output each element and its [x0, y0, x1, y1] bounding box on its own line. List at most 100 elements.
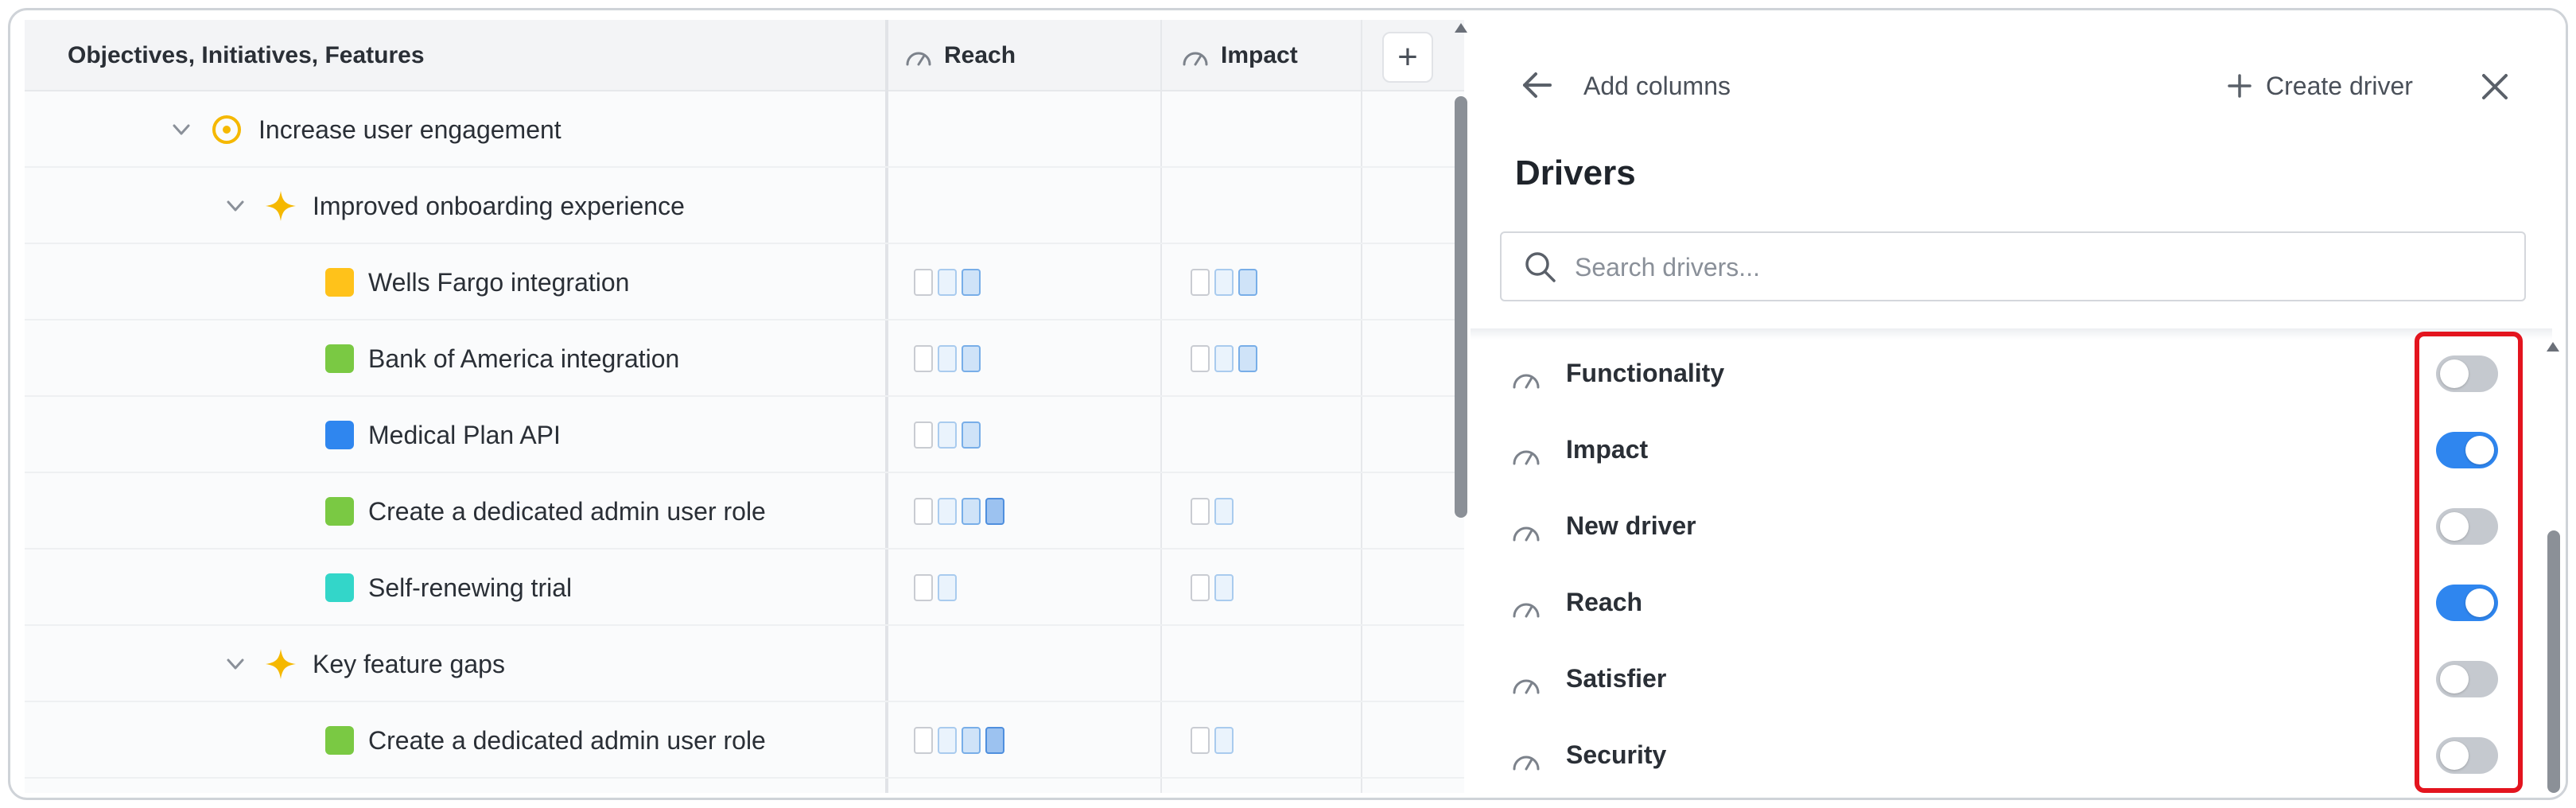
reach-score-indicator[interactable]	[914, 344, 981, 373]
table-row[interactable]: Wells Fargo integration	[25, 244, 1464, 320]
row-label[interactable]: Bank of America integration	[368, 344, 679, 374]
score-segment	[962, 727, 981, 754]
score-segment	[1191, 269, 1210, 296]
toggle-knob	[2465, 589, 2494, 617]
close-icon[interactable]	[2477, 69, 2512, 104]
score-segment	[1191, 498, 1210, 525]
row-label[interactable]: Create a dedicated admin user role	[368, 726, 766, 756]
driver-row: New driver	[1471, 488, 2528, 564]
impact-score-indicator[interactable]	[1191, 344, 1257, 373]
row-label[interactable]: Wells Fargo integration	[368, 268, 629, 297]
table-row[interactable]: Key feature gaps	[25, 626, 1464, 702]
reach-score-indicator[interactable]	[914, 497, 1004, 526]
score-segment	[1238, 269, 1257, 296]
column-header-reach[interactable]: Reach	[904, 20, 1016, 91]
feature-color-icon	[325, 726, 354, 755]
feature-color-icon	[325, 573, 354, 602]
scroll-up-arrow-icon[interactable]	[1451, 20, 1471, 36]
column-label: Reach	[944, 42, 1016, 68]
driver-toggle[interactable]	[2436, 585, 2498, 621]
roadmap-table: Objectives, Initiatives, Features Reach …	[25, 20, 1464, 793]
row-label[interactable]: Create a dedicated admin user role	[368, 497, 766, 526]
impact-score-indicator[interactable]	[1191, 497, 1234, 526]
row-label-group: Increase user engagement	[168, 91, 561, 168]
search-drivers-input[interactable]	[1575, 241, 2489, 293]
search-icon	[1525, 252, 1556, 282]
impact-score-indicator[interactable]	[1191, 268, 1257, 297]
reach-score-indicator[interactable]	[914, 268, 981, 297]
score-segment	[985, 498, 1004, 525]
driver-toggle[interactable]	[2436, 508, 2498, 545]
row-label[interactable]: Improved onboarding experience	[313, 192, 685, 221]
impact-score-indicator[interactable]	[1191, 726, 1234, 755]
column-label: Impact	[1221, 42, 1298, 68]
create-driver-button[interactable]: Create driver	[2226, 58, 2413, 114]
table-row[interactable]: Medical Plan API	[25, 397, 1464, 473]
row-label[interactable]: Key feature gaps	[313, 650, 505, 679]
driver-toggle[interactable]	[2436, 737, 2498, 774]
score-segment	[1191, 345, 1210, 372]
sparkle-icon	[266, 649, 296, 679]
driver-toggle[interactable]	[2436, 355, 2498, 392]
scroll-up-arrow-icon[interactable]	[2544, 340, 2562, 354]
driver-toggle[interactable]	[2436, 432, 2498, 468]
table-row[interactable]: Increase user engagement	[25, 91, 1464, 168]
score-segment	[914, 269, 933, 296]
score-segment	[1191, 574, 1210, 601]
drivers-scrollbar-thumb[interactable]	[2547, 530, 2560, 793]
row-label-group: Key feature gaps	[222, 626, 505, 702]
gauge-icon	[1513, 679, 1540, 694]
back-arrow-icon[interactable]	[1520, 68, 1555, 103]
score-segment	[938, 574, 957, 601]
score-segment	[1214, 498, 1234, 525]
row-label-group: Self-renewing trial	[325, 550, 572, 626]
table-scrollbar-thumb[interactable]	[1455, 96, 1467, 518]
drivers-heading: Drivers	[1515, 153, 1636, 192]
score-segment	[938, 269, 957, 296]
gauge-icon	[1513, 756, 1540, 771]
toggle-knob	[2440, 512, 2469, 541]
column-header-impact[interactable]: Impact	[1181, 20, 1298, 91]
score-segment	[938, 345, 957, 372]
table-row[interactable]: Self-renewing trial	[25, 550, 1464, 626]
reach-score-indicator[interactable]	[914, 573, 957, 602]
driver-label: Satisfier	[1566, 664, 1667, 693]
gauge-icon	[1183, 52, 1208, 66]
reach-score-indicator[interactable]	[914, 726, 1004, 755]
driver-toggle[interactable]	[2436, 661, 2498, 697]
driver-row: Satisfier	[1471, 640, 2528, 717]
row-label-group: Bank of America integration	[325, 320, 679, 397]
panel-title: Add columns	[1583, 72, 1731, 100]
row-label-group: Create a dedicated admin user role	[325, 702, 766, 779]
gauge-icon	[1513, 374, 1540, 389]
score-segment	[914, 498, 933, 525]
reach-score-indicator[interactable]	[914, 421, 981, 449]
row-label[interactable]: Increase user engagement	[258, 115, 561, 145]
gauge-icon	[1513, 450, 1540, 465]
add-column-button[interactable]: +	[1382, 32, 1433, 83]
score-segment	[914, 574, 933, 601]
feature-color-icon	[325, 268, 354, 297]
chevron-down-icon[interactable]	[222, 651, 249, 678]
row-label-group: Wells Fargo integration	[325, 244, 629, 320]
score-segment	[938, 498, 957, 525]
row-label[interactable]: Self-renewing trial	[368, 573, 572, 603]
driver-row: Security	[1471, 717, 2528, 793]
chevron-down-icon[interactable]	[222, 192, 249, 219]
score-segment	[1214, 345, 1234, 372]
impact-score-indicator[interactable]	[1191, 573, 1234, 602]
table-row[interactable]: Bank of America integration	[25, 320, 1464, 397]
row-label[interactable]: Medical Plan API	[368, 421, 561, 450]
score-segment	[985, 727, 1004, 754]
feature-color-icon	[325, 421, 354, 449]
table-row[interactable]: Improved onboarding experience	[25, 168, 1464, 244]
table-row[interactable]: Create a dedicated admin user role	[25, 702, 1464, 779]
score-segment	[1191, 727, 1210, 754]
gauge-icon	[1513, 603, 1540, 618]
row-label-group: Create a dedicated admin user role	[325, 473, 766, 550]
chevron-down-icon[interactable]	[168, 116, 195, 143]
score-segment	[1214, 574, 1234, 601]
driver-label: Functionality	[1566, 359, 1725, 387]
score-segment	[962, 498, 981, 525]
table-row[interactable]: Create a dedicated admin user role	[25, 473, 1464, 550]
